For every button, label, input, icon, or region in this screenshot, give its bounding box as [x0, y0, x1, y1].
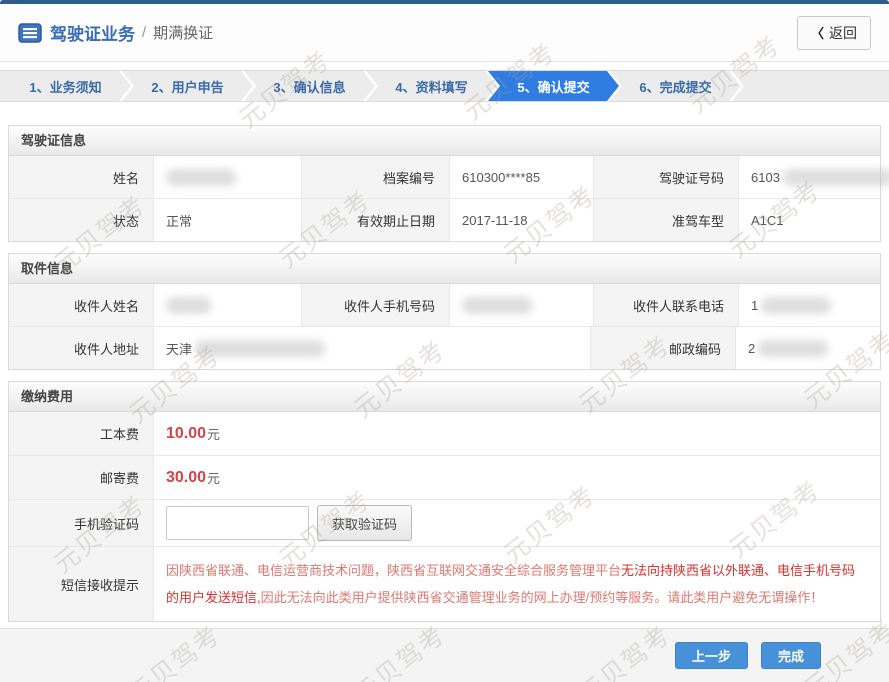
page-header: 驾驶证业务 / 期满换证 〈 返回 — [0, 4, 889, 62]
postal-code-value: 2 — [735, 327, 880, 369]
postage-fee-value: 30.00 元 — [153, 456, 880, 499]
back-button[interactable]: 〈 返回 — [797, 16, 871, 50]
status-label: 状态 — [9, 199, 153, 241]
sms-code-input[interactable] — [166, 506, 309, 540]
finish-button[interactable]: 完成 — [761, 642, 821, 669]
recipient-name-label: 收件人姓名 — [9, 284, 153, 326]
postage-fee-label: 邮寄费 — [9, 456, 153, 499]
work-fee-value: 10.00 元 — [153, 412, 880, 455]
fees-section: 缴纳费用 工本费 10.00 元 邮寄费 30.00 元 手机验证码 获取验证码… — [8, 381, 881, 622]
table-row: 邮寄费 30.00 元 — [9, 455, 880, 499]
sms-code-cell: 获取验证码 — [153, 500, 880, 546]
recipient-address-value: 天津 — [153, 327, 590, 369]
step-1-business-notice[interactable]: 1、业务须知 — [0, 71, 131, 101]
get-code-button[interactable]: 获取验证码 — [317, 505, 412, 541]
recipient-phone-value: 1 — [738, 284, 880, 326]
recipient-phone-label: 收件人联系电话 — [593, 284, 738, 326]
table-row: 状态 正常 有效期止日期 2017-11-18 准驾车型 A1C1 — [9, 198, 880, 241]
table-row: 姓名 档案编号 610300****85 驾驶证号码 6103 — [9, 156, 880, 198]
step-5-confirm-submit[interactable]: 5、确认提交 — [488, 71, 619, 101]
pickup-section-title: 取件信息 — [9, 254, 880, 284]
postage-fee-unit: 元 — [207, 468, 220, 487]
name-value — [153, 156, 301, 198]
notice-part-3: 因此无法向此类用户提供陕西省交通管理业务的网上办理/预约等服务。请此类用户避免无… — [261, 590, 824, 605]
redacted-recipient-name — [166, 297, 211, 314]
fees-section-title: 缴纳费用 — [9, 382, 880, 412]
vehicle-class-label: 准驾车型 — [593, 199, 738, 241]
status-value: 正常 — [153, 199, 301, 241]
vehicle-class-value: A1C1 — [738, 199, 880, 241]
chevron-left-icon: 〈 — [811, 23, 824, 42]
recipient-mobile-value — [449, 284, 593, 326]
sms-notice-label: 短信接收提示 — [9, 547, 153, 621]
sms-code-label: 手机验证码 — [9, 500, 153, 546]
recipient-name-value — [153, 284, 301, 326]
redacted-name — [166, 169, 236, 186]
postage-fee-amount: 30.00 — [166, 469, 206, 487]
redacted-postal-code — [758, 340, 828, 357]
table-row: 手机验证码 获取验证码 — [9, 499, 880, 546]
license-section-title: 驾驶证信息 — [9, 126, 880, 156]
work-fee-label: 工本费 — [9, 412, 153, 455]
recipient-mobile-label: 收件人手机号码 — [301, 284, 449, 326]
archive-number-label: 档案编号 — [301, 156, 449, 198]
work-fee-unit: 元 — [207, 424, 220, 443]
postal-code-label: 邮政编码 — [590, 327, 735, 369]
step-3-confirm-info[interactable]: 3、确认信息 — [244, 71, 375, 101]
license-renewal-page: { "header": { "title": "驾驶证业务", "divider… — [0, 0, 889, 682]
previous-step-button[interactable]: 上一步 — [675, 642, 748, 669]
sms-notice-text: 因陕西省联通、电信运营商技术问题，陕西省互联网交通安全综合服务管理平台无法向持陕… — [153, 547, 880, 621]
work-fee-amount: 10.00 — [166, 425, 206, 443]
step-bar-filler — [732, 71, 889, 101]
table-row: 收件人姓名 收件人手机号码 收件人联系电话 1 — [9, 284, 880, 326]
archive-number-value: 610300****85 — [449, 156, 593, 198]
step-4-fill-data[interactable]: 4、资料填写 — [366, 71, 497, 101]
redacted-recipient-phone — [761, 297, 831, 314]
back-button-label: 返回 — [829, 23, 857, 43]
table-row: 短信接收提示 因陕西省联通、电信运营商技术问题，陕西省互联网交通安全综合服务管理… — [9, 546, 880, 621]
name-label: 姓名 — [9, 156, 153, 198]
license-number-label: 驾驶证号码 — [593, 156, 738, 198]
title-divider: / — [142, 24, 146, 41]
table-row: 工本费 10.00 元 — [9, 412, 880, 455]
step-progress-bar: 1、业务须知 2、用户申告 3、确认信息 4、资料填写 5、确认提交 6、完成提… — [0, 70, 889, 102]
license-number-value: 6103 — [738, 156, 889, 198]
recipient-address-label: 收件人地址 — [9, 327, 153, 369]
redacted-recipient-mobile — [462, 297, 532, 314]
redacted-license-number — [783, 169, 889, 186]
redacted-recipient-address — [195, 340, 325, 357]
list-icon — [18, 23, 42, 43]
step-6-finish-submit[interactable]: 6、完成提交 — [610, 71, 741, 101]
page-title: 驾驶证业务 — [50, 20, 135, 45]
notice-part-1: 因陕西省联通、电信运营商技术问题，陕西省互联网交通安全综合服务管理平台 — [166, 563, 621, 578]
page-subtitle: 期满换证 — [153, 22, 213, 43]
license-info-section: 驾驶证信息 姓名 档案编号 610300****85 驾驶证号码 6103 状态… — [8, 125, 881, 242]
pickup-info-section: 取件信息 收件人姓名 收件人手机号码 收件人联系电话 1 收件人地址 天津 邮政… — [8, 253, 881, 370]
table-row: 收件人地址 天津 邮政编码 2 — [9, 326, 880, 369]
expiry-date-label: 有效期止日期 — [301, 199, 449, 241]
footer-action-bar: 上一步 完成 — [0, 628, 889, 682]
expiry-date-value: 2017-11-18 — [449, 199, 593, 241]
step-2-user-declaration[interactable]: 2、用户申告 — [122, 71, 253, 101]
